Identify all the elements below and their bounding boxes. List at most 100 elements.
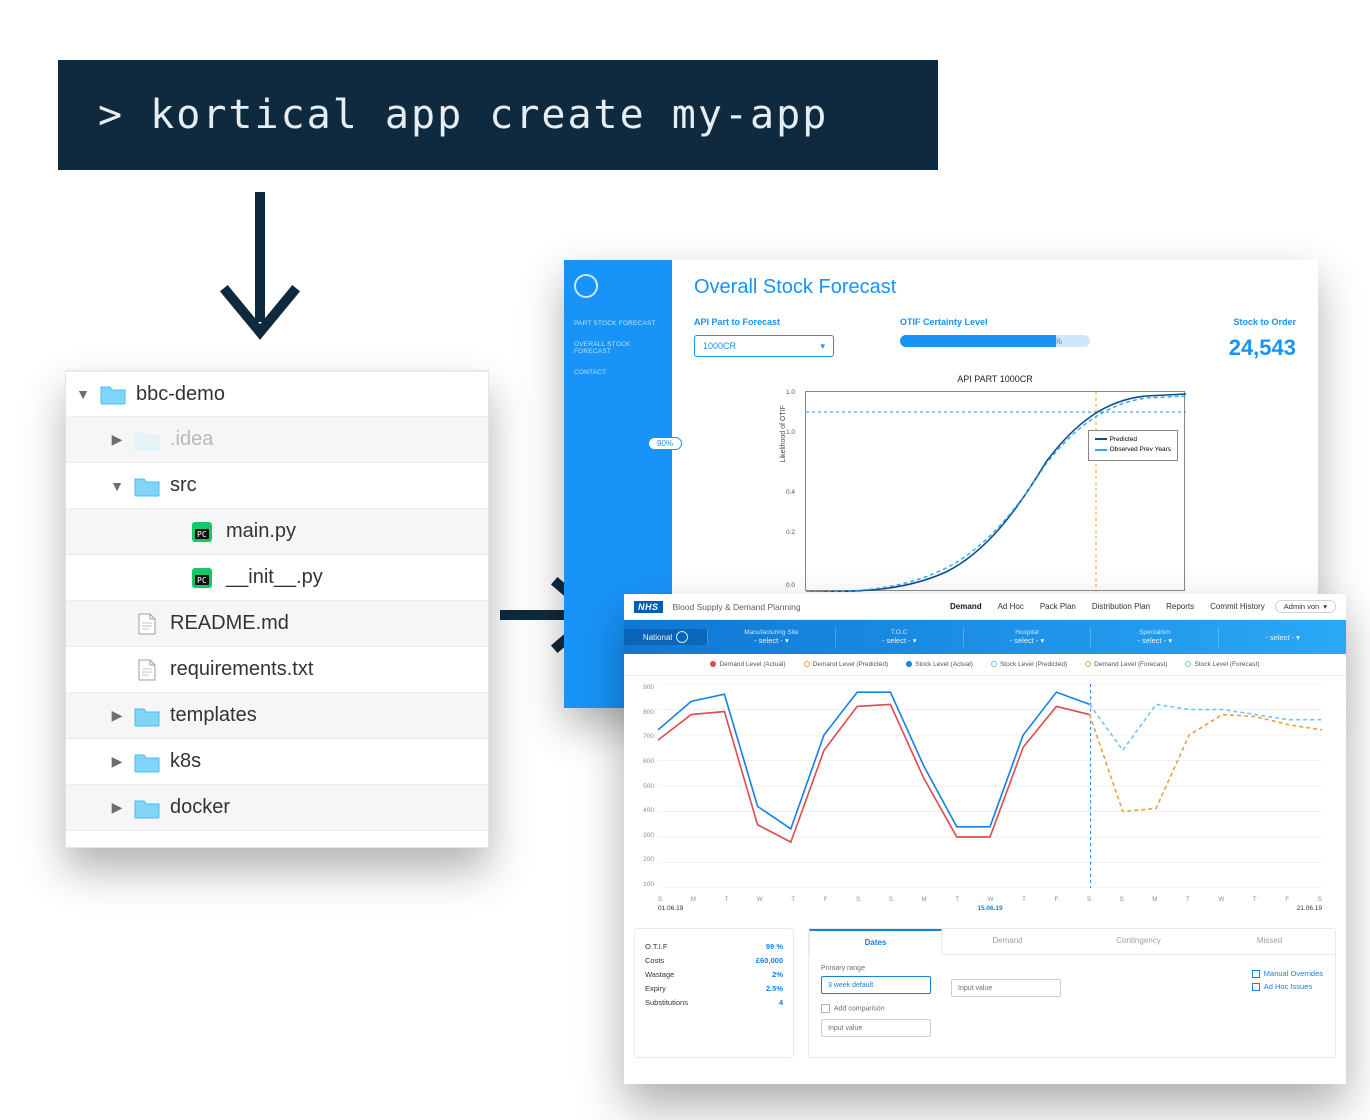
- filter-head: Specialism: [1091, 629, 1218, 636]
- filter-national[interactable]: National: [624, 629, 708, 645]
- legend-item: Observed Prev Years: [1110, 446, 1171, 453]
- app-title: Blood Supply & Demand Planning: [673, 602, 801, 612]
- folder-icon: [100, 383, 126, 405]
- dash-b-topbar: NHS Blood Supply & Demand Planning Deman…: [624, 594, 1346, 620]
- globe-icon: [676, 631, 688, 643]
- filter-value: - select -: [754, 636, 783, 645]
- nav-reports[interactable]: Reports: [1166, 602, 1194, 611]
- chevron-down-icon: ▼: [76, 387, 90, 401]
- tertiary-input[interactable]: Input value: [821, 1019, 931, 1037]
- user-menu[interactable]: Admin von ▾: [1275, 600, 1336, 613]
- sidebar-item-part-stock[interactable]: PART STOCK FORECAST: [574, 320, 662, 327]
- tree-label: k8s: [170, 750, 201, 773]
- link-manual-overrides[interactable]: Manual Overrides: [1252, 969, 1323, 978]
- tab-demand[interactable]: Demand: [942, 929, 1073, 955]
- tree-folder-k8s[interactable]: ▶ k8s: [66, 739, 488, 785]
- chevron-down-icon: ▾: [1041, 636, 1045, 645]
- kpi-value: £60,000: [756, 956, 783, 965]
- tree-file-readme[interactable]: ▶ README.md: [66, 601, 488, 647]
- sidebar-item-overall-stock[interactable]: OVERALL STOCK FORECAST: [574, 341, 662, 355]
- xtick: T: [724, 896, 728, 903]
- svg-text:PC: PC: [197, 576, 207, 585]
- ytick: 1.0: [786, 429, 795, 436]
- tree-file-init-py[interactable]: ▶ PC __init__.py: [66, 555, 488, 601]
- nav-commit[interactable]: Commit History: [1210, 602, 1265, 611]
- xtick: T: [1022, 896, 1026, 903]
- xtick: S: [1120, 896, 1124, 903]
- ytick: 800: [632, 709, 654, 716]
- filter-head: Hospital: [964, 629, 1091, 636]
- folder-icon: [134, 797, 160, 819]
- xtick: F: [1054, 896, 1058, 903]
- folder-icon: [134, 751, 160, 773]
- tree-file-main-py[interactable]: ▶ PC main.py: [66, 509, 488, 555]
- nav-distribution[interactable]: Distribution Plan: [1092, 602, 1150, 611]
- filter-value: - select -: [1010, 636, 1039, 645]
- nav-packplan[interactable]: Pack Plan: [1040, 602, 1076, 611]
- filter-extra[interactable]: - select - ▾: [1219, 631, 1346, 644]
- document-icon: [134, 659, 160, 681]
- kpi-value: 4: [779, 998, 783, 1007]
- primary-range-select[interactable]: 3 week default: [821, 976, 931, 994]
- field-label-otif: OTIF Certainty Level: [900, 317, 1090, 327]
- folder-icon: [134, 475, 160, 497]
- ytick: 400: [632, 807, 654, 814]
- ytick: 900: [632, 684, 654, 691]
- pycharm-file-icon: PC: [190, 567, 216, 589]
- tree-folder-bbc-demo[interactable]: ▼ bbc-demo: [66, 371, 488, 417]
- filter-value: - select -: [1265, 633, 1294, 642]
- chevron-down-icon: ▾: [820, 341, 825, 352]
- xtick: M: [1152, 896, 1157, 903]
- nav-demand[interactable]: Demand: [950, 602, 982, 611]
- tree-label: main.py: [226, 520, 296, 543]
- tree-label: README.md: [170, 612, 289, 635]
- chevron-down-icon: ▾: [1296, 633, 1300, 642]
- filter-head: Manufacturing Site: [708, 629, 835, 636]
- filter-toc[interactable]: T.O.C - select - ▾: [836, 627, 964, 647]
- filter-hospital[interactable]: Hospital - select - ▾: [964, 627, 1092, 647]
- chevron-down-icon: ▾: [1168, 636, 1172, 645]
- chart-pill-badge: 90%: [648, 437, 682, 450]
- tab-contingency[interactable]: Contingency: [1073, 929, 1204, 955]
- tree-folder-idea[interactable]: ▶ .idea: [66, 417, 488, 463]
- link-adhoc-issues[interactable]: Ad Hoc Issues: [1252, 982, 1323, 991]
- sidebar-item-contact[interactable]: CONTACT: [574, 369, 662, 376]
- xtick: T: [1186, 896, 1190, 903]
- field-label-part: API Part to Forecast: [694, 317, 860, 327]
- filter-value: - select -: [1137, 636, 1166, 645]
- tree-label: __init__.py: [226, 566, 323, 589]
- kpi-value: 99 %: [766, 942, 783, 951]
- tree-folder-docker[interactable]: ▶ docker: [66, 785, 488, 831]
- kpi-label: Expiry: [645, 984, 666, 993]
- chevron-down-icon: ▾: [913, 636, 917, 645]
- chart-a-area: 90% API PART 1000CR Likelihood of OTIF Q…: [694, 391, 1296, 591]
- ytick: 0.0: [786, 582, 795, 589]
- filter-specialism[interactable]: Specialism - select - ▾: [1091, 627, 1219, 647]
- part-select[interactable]: 1000CR ▾: [694, 335, 834, 357]
- xtick: W: [988, 896, 994, 903]
- link-label: Manual Overrides: [1264, 969, 1323, 978]
- tab-missed[interactable]: Missed: [1204, 929, 1335, 955]
- input-placeholder: Input value: [828, 1025, 862, 1032]
- edit-icon: [1252, 970, 1260, 978]
- tab-dates[interactable]: Dates: [809, 929, 942, 955]
- kpi-value: 2%: [772, 970, 783, 979]
- ytick: 100: [632, 881, 654, 888]
- tree-folder-templates[interactable]: ▶ templates: [66, 693, 488, 739]
- xtick: F: [824, 896, 828, 903]
- xtick: M: [922, 896, 927, 903]
- secondary-input[interactable]: Input value: [951, 979, 1061, 997]
- slider-value: 90%: [1046, 337, 1062, 346]
- checkbox-add-comparison[interactable]: [821, 1004, 830, 1013]
- xtick: F: [1285, 896, 1289, 903]
- tree-file-requirements[interactable]: ▶ requirements.txt: [66, 647, 488, 693]
- kpi-label: Wastage: [645, 970, 674, 979]
- legend-item: Demand Level (Predicted): [813, 661, 889, 668]
- filter-manufacturing[interactable]: Manufacturing Site - select - ▾: [708, 627, 836, 647]
- nav-adhoc[interactable]: Ad Hoc: [998, 602, 1024, 611]
- xtick: M: [691, 896, 696, 903]
- tree-folder-src[interactable]: ▼ src: [66, 463, 488, 509]
- tree-label: .idea: [170, 428, 213, 451]
- input-placeholder: Input value: [958, 985, 992, 992]
- chart-b-svg: [658, 684, 1322, 888]
